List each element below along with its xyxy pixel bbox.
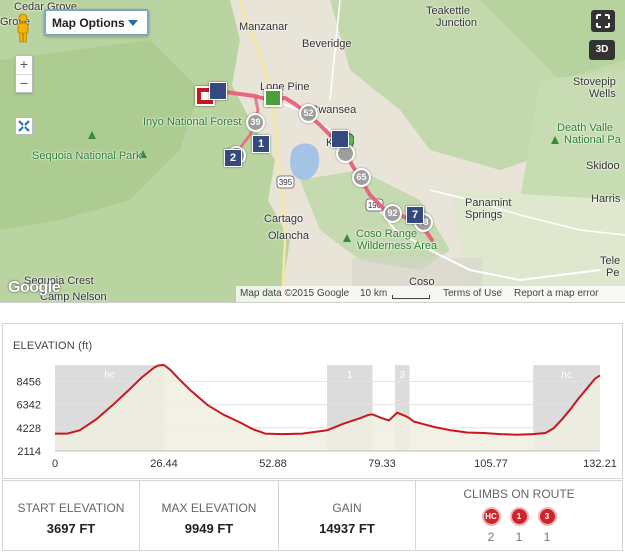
zoom-out-button[interactable]: − bbox=[16, 74, 32, 92]
3d-view-button[interactable]: 3D bbox=[589, 40, 615, 60]
climb-hc-count: 2 bbox=[487, 530, 495, 544]
fit-route-button[interactable] bbox=[15, 117, 33, 135]
label-sequoia-np: Sequoia National Park bbox=[32, 150, 142, 162]
map-scale-label: 10 km bbox=[360, 288, 388, 299]
max-elevation-stat: MAX ELEVATION 9949 FT bbox=[140, 481, 279, 550]
route-stats: START ELEVATION 3697 FT MAX ELEVATION 99… bbox=[2, 480, 623, 551]
x-tick-label: 105.77 bbox=[474, 458, 508, 470]
distance-marker[interactable]: 92 bbox=[383, 204, 402, 223]
svg-text:395: 395 bbox=[279, 178, 293, 187]
climb-marker[interactable]: 2 bbox=[224, 149, 242, 167]
climb-marker-unlabeled[interactable] bbox=[209, 82, 227, 100]
map-options-dropdown[interactable]: Map Options bbox=[44, 9, 149, 36]
y-tick-label: 2114 bbox=[17, 446, 41, 458]
climbs-stat: CLIMBS ON ROUTE HC 2 1 1 3 1 bbox=[416, 481, 622, 550]
climbs-label: CLIMBS ON ROUTE bbox=[463, 487, 575, 501]
zoom-control: + − bbox=[15, 55, 33, 93]
label-panamint-1: Panamint bbox=[465, 197, 512, 209]
label-coso-range-1: Coso Range bbox=[356, 228, 418, 240]
label-wells: Wells bbox=[589, 88, 616, 100]
label-harris: Harris bbox=[591, 193, 621, 205]
label-panamint-2: Springs bbox=[465, 209, 503, 221]
terms-link[interactable]: Terms of Use bbox=[443, 288, 502, 299]
climb-cat1-icon: 1 bbox=[509, 507, 529, 526]
climb-segment-label: 1 bbox=[347, 370, 353, 381]
climb-marker[interactable]: 7 bbox=[406, 206, 424, 224]
climb-segment-label: hc bbox=[561, 370, 572, 381]
climb-cat3[interactable]: 3 1 bbox=[537, 507, 557, 544]
max-elevation-label: MAX ELEVATION bbox=[161, 501, 257, 515]
caret-down-icon bbox=[128, 20, 138, 26]
label-manzanar: Manzanar bbox=[239, 21, 288, 33]
fullscreen-button[interactable] bbox=[591, 10, 615, 32]
elevation-chart[interactable]: hc 1 3 hc 8456 6342 4228 2114 0 26.44 52.88 79.33 10… bbox=[3, 324, 624, 480]
max-elevation-value: 9949 FT bbox=[184, 521, 234, 536]
elevation-panel: ELEVATION (ft) hc 1 3 hc 8456 6342 4228 2114 0 26… bbox=[2, 323, 623, 479]
map-data-credit: Map data ©2015 Google bbox=[240, 288, 350, 299]
label-death-valley-2: National Pa bbox=[564, 134, 621, 146]
label-olancha: Olancha bbox=[268, 230, 309, 242]
x-tick-label: 52.88 bbox=[259, 458, 287, 470]
label-tele-2: Pe bbox=[606, 267, 620, 279]
distance-marker[interactable]: 52 bbox=[299, 104, 318, 123]
climb-hc-icon: HC bbox=[481, 507, 501, 526]
x-tick-label: 26.44 bbox=[150, 458, 178, 470]
fullscreen-icon bbox=[596, 14, 610, 28]
climb-cat3-icon: 3 bbox=[537, 507, 557, 526]
label-stovepipe: Stovepip bbox=[573, 76, 616, 88]
distance-marker[interactable]: 65 bbox=[352, 168, 371, 187]
climb-cat1[interactable]: 1 1 bbox=[509, 507, 529, 544]
label-junction: Junction bbox=[436, 17, 477, 29]
route-end-marker[interactable] bbox=[264, 89, 282, 107]
gain-value: 14937 FT bbox=[319, 521, 375, 536]
x-tick-label: 0 bbox=[52, 458, 58, 470]
map-footer: Map data ©2015 Google 10 km Terms of Use… bbox=[236, 286, 625, 302]
label-inyo-forest: Inyo National Forest bbox=[143, 116, 242, 128]
y-tick-label: 4228 bbox=[17, 423, 41, 435]
distance-marker[interactable]: 39 bbox=[246, 113, 265, 132]
zoom-in-button[interactable]: + bbox=[16, 56, 32, 74]
x-tick-label: 132.21 bbox=[583, 458, 617, 470]
google-logo: Google bbox=[8, 279, 61, 296]
climb-list: HC 2 1 1 3 1 bbox=[416, 507, 622, 544]
label-beveridge: Beveridge bbox=[302, 38, 352, 50]
label-teakettle: Teakettle bbox=[426, 5, 471, 17]
fit-bounds-icon bbox=[18, 120, 30, 132]
map-options-label: Map Options bbox=[52, 16, 125, 30]
climb-cat1-count: 1 bbox=[515, 530, 523, 544]
gain-stat: GAIN 14937 FT bbox=[279, 481, 416, 550]
label-tele-1: Tele bbox=[600, 255, 621, 267]
label-skidoo: Skidoo bbox=[586, 160, 620, 172]
climb-marker-unlabeled[interactable] bbox=[331, 130, 349, 148]
label-cartago: Cartago bbox=[264, 213, 304, 225]
label-death-valley-1: Death Valle bbox=[557, 122, 614, 134]
climb-cat3-count: 1 bbox=[543, 530, 551, 544]
climb-segment-label: hc bbox=[104, 370, 115, 381]
start-elevation-label: START ELEVATION bbox=[17, 501, 125, 515]
climb-segment-label: 3 bbox=[400, 370, 406, 381]
x-tick-label: 79.33 bbox=[368, 458, 396, 470]
label-coso-range-2: Wilderness Area bbox=[357, 240, 438, 252]
map-scale-bar bbox=[392, 295, 430, 299]
y-tick-label: 6342 bbox=[17, 400, 41, 412]
street-view-pegman-icon[interactable] bbox=[14, 13, 32, 43]
climb-marker[interactable]: 1 bbox=[252, 135, 270, 153]
route-map[interactable]: 395 190 Cedar Grove Manzanar Teakettle J… bbox=[0, 0, 625, 303]
start-elevation-stat: START ELEVATION 3697 FT bbox=[3, 481, 140, 550]
start-elevation-value: 3697 FT bbox=[46, 521, 96, 536]
report-error-link[interactable]: Report a map error bbox=[514, 288, 598, 299]
y-tick-label: 8456 bbox=[17, 376, 41, 388]
climb-hc[interactable]: HC 2 bbox=[481, 507, 501, 544]
gain-label: GAIN bbox=[332, 501, 362, 515]
